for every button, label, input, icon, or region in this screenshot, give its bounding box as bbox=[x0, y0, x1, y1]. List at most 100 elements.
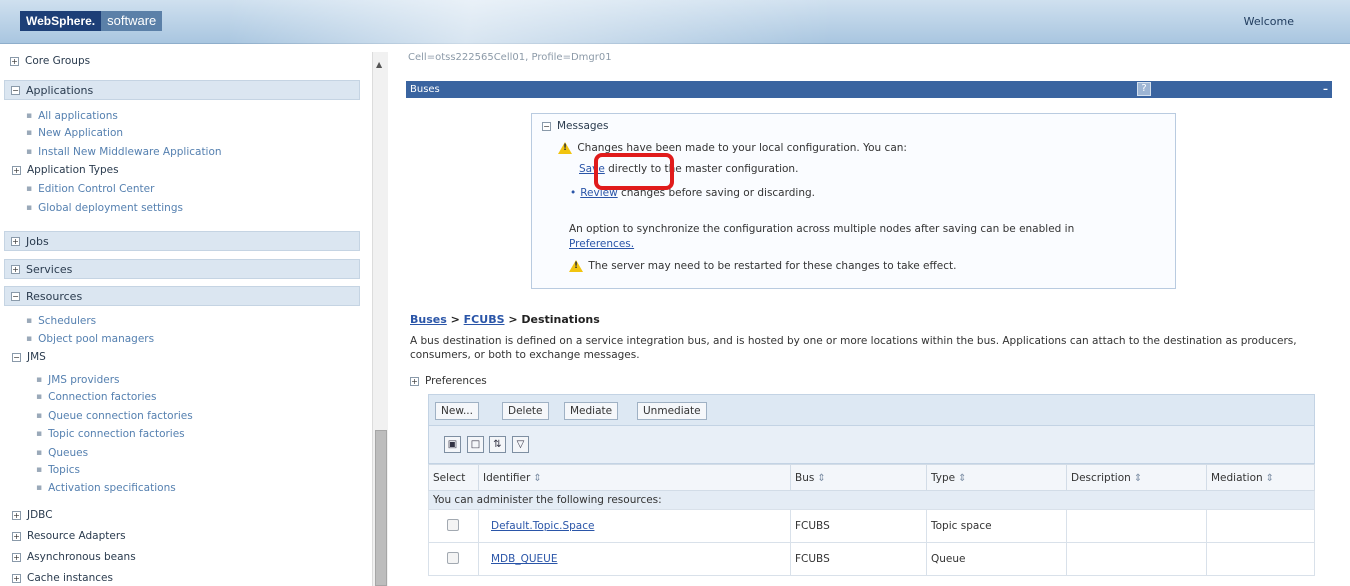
expand-icon[interactable]: + bbox=[12, 531, 21, 541]
message-restart: The server may need to be restarted for … bbox=[569, 260, 956, 272]
collapse-icon[interactable]: − bbox=[11, 291, 20, 301]
table-row: MDB_QUEUE FCUBS Queue bbox=[428, 542, 1315, 576]
row-select-cell bbox=[428, 542, 479, 576]
collapse-icon[interactable]: − bbox=[11, 85, 20, 95]
nav-item-new-application[interactable]: ▪ New Application bbox=[26, 127, 123, 139]
type-cell: Topic space bbox=[926, 509, 1067, 543]
table-header-row: Select Identifier ⇕ Bus ⇕ Type ⇕ Descriptio… bbox=[428, 464, 1315, 491]
cell-profile-path: Cell=otss222565Cell01, Profile=Dmgr01 bbox=[408, 52, 612, 63]
new-button[interactable]: New... bbox=[435, 402, 479, 420]
panel-title: Buses bbox=[410, 84, 440, 95]
nav-item-queue-connection-factories[interactable]: ▪ Queue connection factories bbox=[36, 410, 193, 422]
select-all-icon[interactable]: ▣ bbox=[444, 436, 461, 453]
nav-resource-adapters[interactable]: + Resource Adapters bbox=[12, 530, 126, 542]
row-checkbox[interactable] bbox=[447, 518, 459, 531]
table-note: You can administer the following resourc… bbox=[428, 490, 1315, 510]
scrollbar-thumb[interactable] bbox=[375, 430, 387, 586]
nav-item-object-pool[interactable]: ▪ Object pool managers bbox=[26, 333, 154, 345]
column-description[interactable]: Description ⇕ bbox=[1066, 464, 1207, 491]
bus-cell: FCUBS bbox=[790, 509, 927, 543]
bus-cell: FCUBS bbox=[790, 542, 927, 576]
scroll-up-icon[interactable]: ▲ bbox=[376, 60, 382, 69]
sort-icon: ⇕ bbox=[1265, 472, 1275, 484]
nav-section-jobs[interactable]: + Jobs bbox=[4, 231, 360, 251]
column-type[interactable]: Type ⇕ bbox=[926, 464, 1067, 491]
nav-item-activation-specs[interactable]: ▪ Activation specifications bbox=[36, 482, 176, 494]
expand-icon[interactable]: + bbox=[10, 56, 19, 66]
expand-icon[interactable]: + bbox=[11, 236, 20, 246]
show-filter-icon[interactable]: ⇅ bbox=[489, 436, 506, 453]
nav-application-types[interactable]: + Application Types bbox=[12, 164, 119, 176]
nav-core-groups[interactable]: + Core Groups bbox=[10, 55, 90, 67]
filter-icon[interactable]: ▽ bbox=[512, 436, 529, 453]
delete-button[interactable]: Delete bbox=[502, 402, 549, 420]
nav-jdbc[interactable]: + JDBC bbox=[12, 509, 53, 521]
unmediate-button[interactable]: Unmediate bbox=[637, 402, 707, 420]
sort-icon: ⇕ bbox=[958, 472, 967, 484]
identifier-cell: MDB_QUEUE bbox=[478, 542, 791, 576]
column-bus[interactable]: Bus ⇕ bbox=[790, 464, 927, 491]
collapse-icon[interactable]: − bbox=[542, 121, 551, 131]
identifier-link[interactable]: Default.Topic.Space bbox=[491, 520, 594, 532]
banner-decoration bbox=[230, 0, 830, 44]
nav-item-global-deployment[interactable]: ▪ Global deployment settings bbox=[26, 202, 183, 214]
row-checkbox[interactable] bbox=[447, 551, 459, 564]
description-cell bbox=[1066, 509, 1207, 543]
help-icon[interactable]: ? bbox=[1137, 82, 1151, 96]
websphere-logo: WebSphere. software bbox=[20, 10, 163, 32]
destinations-table: Select Identifier ⇕ Bus ⇕ Type ⇕ Descriptio… bbox=[428, 464, 1315, 576]
table-icon-toolbar: ▣ □ ⇅ ▽ bbox=[428, 426, 1315, 464]
logo-brand: WebSphere. bbox=[20, 11, 102, 31]
panel-titlebar: Buses ? – bbox=[406, 81, 1332, 98]
top-banner: WebSphere. software Welcome bbox=[0, 0, 1350, 44]
warning-icon bbox=[569, 260, 583, 272]
nav-item-topics[interactable]: ▪ Topics bbox=[36, 464, 80, 476]
message-sync: An option to synchronize the configurati… bbox=[569, 223, 1075, 235]
column-identifier[interactable]: Identifier ⇕ bbox=[478, 464, 791, 491]
table-note-row: You can administer the following resourc… bbox=[428, 490, 1315, 510]
breadcrumb-buses[interactable]: Buses bbox=[410, 313, 447, 326]
identifier-link[interactable]: MDB_QUEUE bbox=[491, 553, 558, 565]
expand-icon[interactable]: + bbox=[410, 376, 419, 386]
warning-icon bbox=[558, 142, 572, 154]
mediate-button[interactable]: Mediate bbox=[564, 402, 619, 420]
nav-section-applications[interactable]: − Applications bbox=[4, 80, 360, 100]
deselect-all-icon[interactable]: □ bbox=[467, 436, 484, 453]
nav-item-schedulers[interactable]: ▪ Schedulers bbox=[26, 315, 96, 327]
nav-item-topic-connection-factories[interactable]: ▪ Topic connection factories bbox=[36, 428, 185, 440]
column-mediation[interactable]: Mediation ⇕ bbox=[1206, 464, 1315, 491]
nav-item-queues[interactable]: ▪ Queues bbox=[36, 447, 88, 459]
expand-icon[interactable]: + bbox=[12, 510, 21, 520]
breadcrumb: Buses > FCUBS > Destinations bbox=[410, 313, 600, 326]
messages-header[interactable]: − Messages bbox=[542, 120, 609, 132]
expand-icon[interactable]: + bbox=[12, 165, 21, 175]
welcome-text: Welcome bbox=[1243, 15, 1294, 28]
nav-section-services[interactable]: + Services bbox=[4, 259, 360, 279]
nav-item-connection-factories[interactable]: ▪ Connection factories bbox=[36, 391, 156, 403]
expand-icon[interactable]: + bbox=[11, 264, 20, 274]
collapse-icon[interactable]: − bbox=[12, 352, 21, 362]
nav-section-resources[interactable]: − Resources bbox=[4, 286, 360, 306]
nav-scrollbar[interactable]: ▲ bbox=[372, 52, 388, 586]
expand-icon[interactable]: + bbox=[12, 552, 21, 562]
nav-jms[interactable]: − JMS bbox=[12, 351, 46, 363]
expand-icon[interactable]: + bbox=[12, 573, 21, 583]
column-select: Select bbox=[428, 464, 479, 491]
mediation-cell bbox=[1206, 509, 1315, 543]
minimize-icon[interactable]: – bbox=[1323, 81, 1328, 98]
nav-async-beans[interactable]: + Asynchronous beans bbox=[12, 551, 136, 563]
nav-item-install-middleware[interactable]: ▪ Install New Middleware Application bbox=[26, 146, 222, 158]
nav-item-jms-providers[interactable]: ▪ JMS providers bbox=[36, 374, 120, 386]
bullet: • bbox=[570, 187, 577, 199]
table-row: Default.Topic.Space FCUBS Topic space bbox=[428, 509, 1315, 543]
nav-item-all-applications[interactable]: ▪ All applications bbox=[26, 110, 118, 122]
type-cell: Queue bbox=[926, 542, 1067, 576]
sort-icon: ⇕ bbox=[533, 472, 542, 484]
nav-item-edition-control[interactable]: ▪ Edition Control Center bbox=[26, 183, 154, 195]
nav-cache-instances[interactable]: + Cache instances bbox=[12, 572, 113, 584]
preferences-link[interactable]: Preferences. bbox=[569, 238, 634, 250]
highlight-annotation bbox=[594, 153, 674, 190]
breadcrumb-fcubs[interactable]: FCUBS bbox=[464, 313, 505, 326]
preferences-toggle[interactable]: + Preferences bbox=[410, 375, 487, 387]
page-description: A bus destination is defined on a servic… bbox=[410, 335, 1297, 361]
